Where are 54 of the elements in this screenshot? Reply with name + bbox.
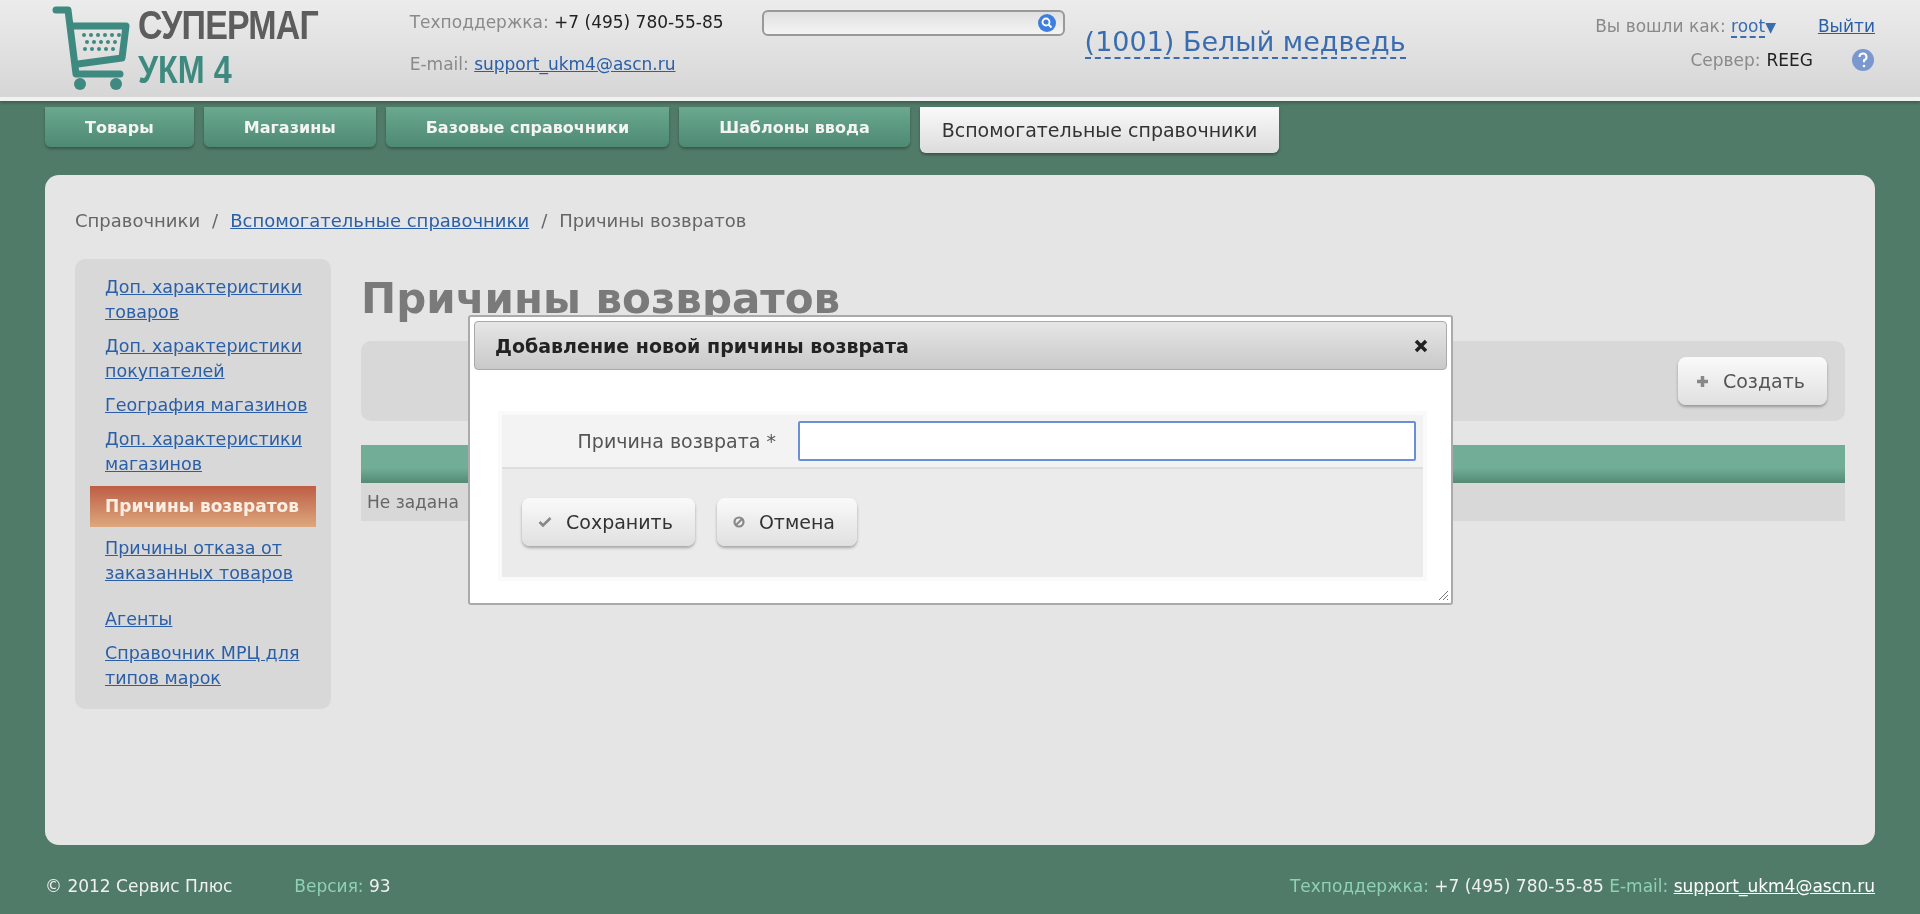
dialog-title: Добавление новой причины возврата [495,334,909,357]
sidebar-item[interactable]: Агенты [90,607,316,632]
page-title: Причины возвратов [361,273,842,325]
copyright-text: © 2012 Сервис Плюс [45,876,233,896]
user-menu[interactable]: root [1731,16,1766,38]
email-link[interactable]: support_ukm4@ascn.ru [474,54,676,74]
close-icon[interactable] [1414,338,1428,353]
search-field[interactable] [761,10,1065,36]
nav-tab[interactable]: Товары [45,107,194,147]
nav-tab[interactable]: Шаблоны ввода [679,107,910,147]
email-label: E-mail: [409,54,469,74]
breadcrumb-separator: / [212,209,219,231]
search-icon [1036,13,1057,33]
nav-tab[interactable]: Базовые справочники [385,107,670,147]
plus-icon [1695,374,1709,388]
server-name: REEG [1766,50,1813,70]
sidebar-item[interactable]: Доп. характеристики магазинов [90,427,316,477]
table-cell: Не задана [367,492,459,512]
email-link[interactable]: support_ukm4@ascn.ru [1673,876,1875,896]
logout-link[interactable]: Выйти [1817,16,1875,36]
nav-tab[interactable]: Вспомогательные справочники [919,107,1280,153]
store-selector[interactable]: (1001) Белый медведь [1084,26,1406,59]
server-label: Сервер: [1690,50,1761,70]
sidebar-item[interactable]: География магазинов [90,393,316,418]
version-label: Версия: [294,876,364,896]
nav-tab[interactable]: Магазины [203,107,376,147]
breadcrumb-item: Причины возвратов [559,209,747,231]
support-phone: +7 (495) 780-55-85 [1434,876,1604,896]
check-icon [538,516,552,528]
email-label: E-mail: [1609,876,1669,896]
support-label: Техподдержка: [1289,876,1429,896]
resize-grip-icon[interactable] [1437,589,1449,601]
breadcrumb-link[interactable]: Вспомогательные справочники [230,209,530,231]
version-number: 93 [369,876,391,896]
logo-title: СУПЕРМАГ [138,5,318,45]
reason-input[interactable] [798,421,1416,461]
support-phone: +7 (495) 780-55-85 [554,12,724,32]
breadcrumb-item: Справочники [75,209,201,231]
sidebar-item[interactable]: Справочник МРЦ для типов марок [90,641,316,691]
cancel-icon [732,516,745,528]
help-icon[interactable] [1851,48,1875,72]
cancel-button[interactable]: Отмена [716,498,857,546]
sidebar-item[interactable]: Причины отказа от заказанных товаров [90,536,316,586]
logo-subtitle: УКМ 4 [138,51,233,89]
user-label: Вы вошли как: [1595,16,1726,36]
caret-icon: ▼ [1765,19,1776,35]
support-label: Техподдержка: [409,12,549,32]
sidebar-item[interactable]: Доп. характеристики товаров [90,275,316,325]
breadcrumb-separator: / [541,209,548,231]
field-label: Причина возврата * [576,430,777,452]
create-button[interactable]: Создать [1677,357,1827,405]
sidebar-item[interactable]: Доп. характеристики покупателей [90,334,316,384]
save-button[interactable]: Сохранить [522,498,695,546]
sidebar-item[interactable]: Причины возвратов [90,486,316,527]
